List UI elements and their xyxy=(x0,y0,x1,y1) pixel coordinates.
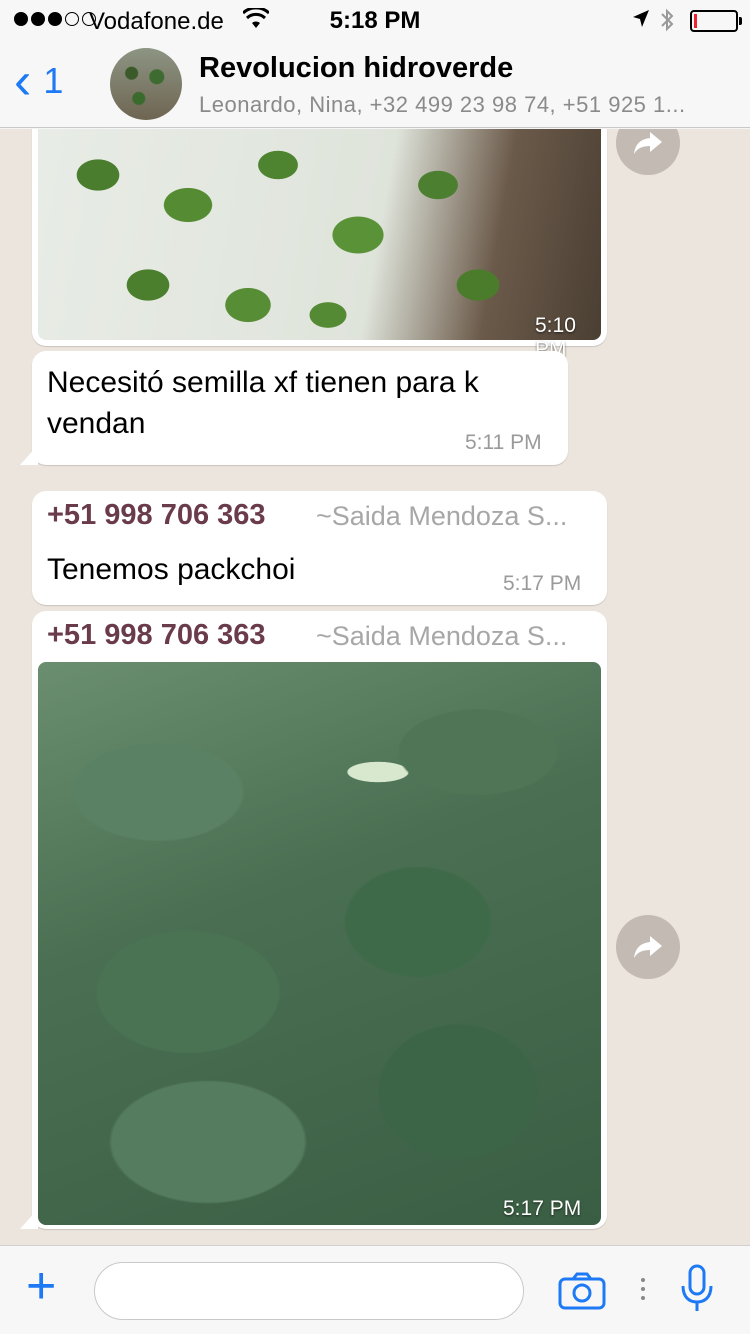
battery-icon xyxy=(690,10,742,32)
camera-icon[interactable] xyxy=(558,1272,606,1315)
location-icon xyxy=(632,8,650,36)
participants-list[interactable]: Leonardo, Nina, +32 499 23 98 74, +51 92… xyxy=(199,92,734,118)
attach-plus-icon[interactable]: + xyxy=(26,1260,56,1312)
status-bar: Vodafone.de 5:18 PM xyxy=(0,0,750,40)
sender-name: ~Saida Mendoza S... xyxy=(316,501,568,531)
message-time: 5:11 PM xyxy=(465,431,542,454)
message-text: Tenemos packchoi xyxy=(47,553,296,586)
forward-icon xyxy=(634,936,662,958)
unread-count: 1 xyxy=(43,60,64,101)
chat-header: ‹ 1 Revolucion hidroverde Leonardo, Nina… xyxy=(0,40,750,128)
image-message[interactable]: +51 998 706 363 ~Saida Mendoza S... 5:17… xyxy=(32,611,607,1229)
sender-name: ~Saida Mendoza S... xyxy=(316,621,568,651)
message-list[interactable]: 5:10 PM Necesitó semilla xf tienen para … xyxy=(0,129,750,1245)
chat-title[interactable]: Revolucion hidroverde xyxy=(199,52,513,85)
sender-phone[interactable]: +51 998 706 363 xyxy=(47,619,266,652)
compose-bar: + xyxy=(0,1245,750,1334)
image-message[interactable]: 5:10 PM xyxy=(32,129,607,361)
message-time: 5:17 PM xyxy=(503,1197,582,1220)
message-input[interactable] xyxy=(94,1262,524,1320)
forward-button[interactable] xyxy=(616,129,680,175)
bluetooth-icon xyxy=(660,8,674,39)
back-button[interactable]: ‹ 1 xyxy=(14,52,64,110)
bubble-tail xyxy=(20,445,38,465)
text-message[interactable]: +51 998 706 363 ~Saida Mendoza S... Tene… xyxy=(32,491,607,605)
bubble-tail xyxy=(20,1209,38,1229)
group-avatar[interactable] xyxy=(110,48,182,120)
plant-seedlings-photo[interactable] xyxy=(38,129,601,340)
text-message[interactable]: Necesitó semilla xf tienen para k vendan… xyxy=(32,351,568,465)
microphone-icon[interactable] xyxy=(680,1264,714,1319)
packchoi-photo[interactable] xyxy=(38,662,601,1225)
sender-phone[interactable]: +51 998 706 363 xyxy=(47,499,266,532)
forward-button[interactable] xyxy=(616,915,680,979)
forward-icon xyxy=(634,132,662,154)
message-time: 5:17 PM xyxy=(503,572,582,595)
chevron-left-icon: ‹ xyxy=(14,52,32,110)
separator-dots xyxy=(641,1278,645,1305)
